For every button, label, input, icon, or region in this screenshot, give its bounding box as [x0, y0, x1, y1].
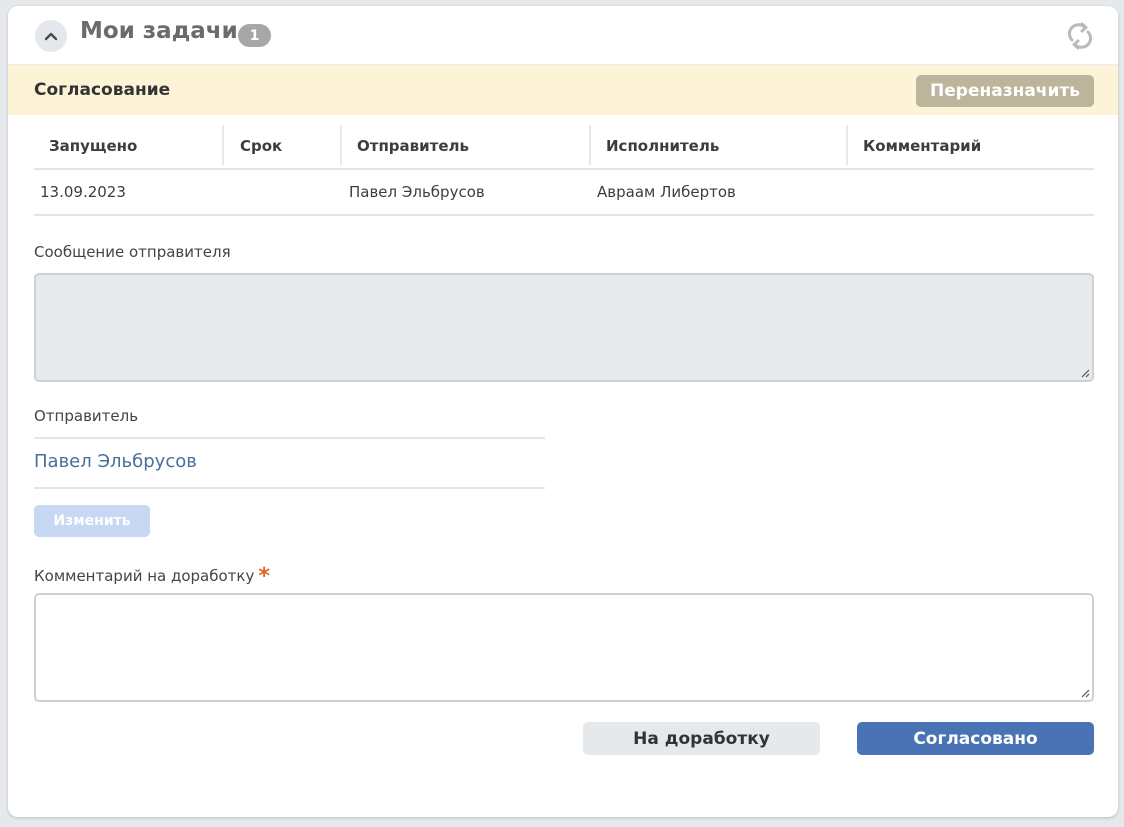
rework-comment-label: Комментарий на доработку *: [34, 562, 270, 589]
reassign-button[interactable]: Переназначить: [916, 75, 1094, 107]
column-header-comment[interactable]: Комментарий: [863, 123, 981, 168]
cell-executor: Авраам Либертов: [597, 183, 736, 201]
resize-grip-icon[interactable]: [1080, 368, 1090, 378]
cell-started: 13.09.2023: [40, 183, 126, 201]
sender-field: Павел Эльбрусов: [34, 437, 545, 489]
column-divider: [222, 125, 224, 165]
send-to-rework-button[interactable]: На доработку: [583, 722, 820, 755]
column-divider: [846, 125, 848, 165]
chevron-up-icon: [44, 32, 58, 41]
column-divider: [340, 125, 342, 165]
refresh-button[interactable]: [1065, 21, 1095, 51]
approve-button[interactable]: Согласовано: [857, 722, 1094, 755]
my-tasks-panel: Мои задачи 1 Согласование Переназначить …: [8, 6, 1118, 817]
task-count-badge: 1: [238, 24, 271, 47]
required-mark: *: [258, 564, 270, 589]
column-header-sender[interactable]: Отправитель: [357, 123, 469, 168]
rework-comment-input[interactable]: [34, 593, 1094, 702]
table-row[interactable]: 13.09.2023 Павел Эльбрусов Авраам Либерт…: [34, 170, 1094, 216]
task-table: Запущено Срок Отправитель Исполнитель Ко…: [34, 123, 1094, 216]
panel-title: Мои задачи: [80, 18, 238, 44]
resize-grip-icon[interactable]: [1080, 688, 1090, 698]
panel-header: Мои задачи 1: [8, 6, 1118, 65]
column-header-executor[interactable]: Исполнитель: [606, 123, 719, 168]
change-sender-button[interactable]: Изменить: [34, 505, 150, 537]
rework-comment-label-text: Комментарий на доработку: [34, 567, 255, 585]
sender-message-field: [34, 273, 1094, 382]
cell-sender: Павел Эльбрусов: [349, 183, 485, 201]
column-divider: [589, 125, 591, 165]
sender-label: Отправитель: [34, 407, 139, 425]
approval-section-bar: Согласование Переназначить: [8, 65, 1118, 115]
column-header-deadline[interactable]: Срок: [240, 123, 282, 168]
sender-message-label: Сообщение отправителя: [34, 243, 231, 261]
column-header-started[interactable]: Запущено: [49, 123, 137, 168]
table-header: Запущено Срок Отправитель Исполнитель Ко…: [34, 123, 1094, 170]
section-title: Согласование: [34, 80, 171, 100]
refresh-icon: [1067, 22, 1093, 50]
collapse-button[interactable]: [35, 20, 67, 52]
sender-name-link[interactable]: Павел Эльбрусов: [34, 451, 197, 472]
